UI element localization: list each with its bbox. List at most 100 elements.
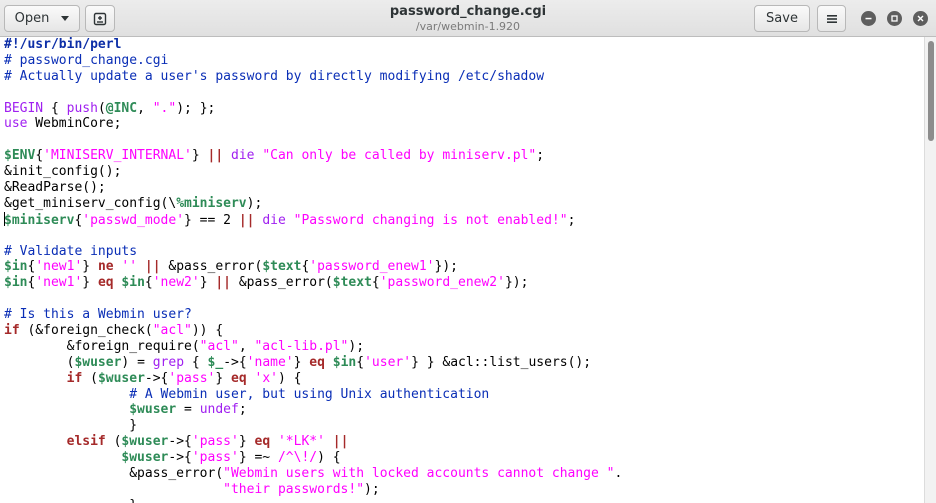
code-token: &init_config(); xyxy=(4,164,122,180)
code-line: &get_miniserv_config(\%miniserv); xyxy=(4,196,622,212)
code-token: ->{ xyxy=(168,434,192,450)
code-line: # password_change.cgi xyxy=(4,53,622,69)
code-token: &ReadParse(); xyxy=(4,180,106,196)
code-line: $wuser->{'pass'} =~ /^\!/) { xyxy=(4,450,622,466)
new-document-icon xyxy=(93,12,107,25)
code-token: ( xyxy=(105,434,122,450)
maximize-button[interactable] xyxy=(887,11,902,26)
code-token: "acl-lib.pl" xyxy=(254,338,349,354)
code-token: # A Webmin user, but using Unix authenti… xyxy=(129,386,490,402)
code-line: &pass_error("Webmin users with locked ac… xyxy=(4,466,622,482)
code-token: $wuser xyxy=(74,354,122,370)
code-token: ; xyxy=(238,402,247,418)
title-block: password_change.cgi /var/webmin-1.920 xyxy=(330,3,606,34)
close-button[interactable] xyxy=(913,11,928,26)
code-token: $wuser xyxy=(97,370,145,386)
code-token: elsif xyxy=(66,434,106,450)
code-token: $wuser xyxy=(129,402,177,418)
minimize-button[interactable] xyxy=(861,11,876,26)
code-token: $wuser xyxy=(121,434,169,450)
maximize-icon xyxy=(891,15,898,22)
code-token: = xyxy=(176,402,200,418)
code-token: 'pass' xyxy=(191,434,239,450)
code-token: } xyxy=(215,370,232,386)
code-token: , xyxy=(238,338,255,354)
code-token: || xyxy=(238,212,255,228)
code-token: BEGIN xyxy=(4,100,44,116)
code-token: } xyxy=(293,354,310,370)
code-line: $miniserv{'passwd_mode'} == 2 || die "Pa… xyxy=(4,211,622,228)
code-editor[interactable]: #!/usr/bin/perl # password_change.cgi # Ac… xyxy=(0,37,924,503)
code-token: { xyxy=(371,275,380,291)
code-token: ) { xyxy=(317,450,341,466)
code-line: ($wuser) = grep { $_->{'name'} eq $in{'u… xyxy=(4,355,622,371)
code-token: }); xyxy=(434,259,458,275)
code-token: if xyxy=(4,323,20,339)
new-tab-button[interactable] xyxy=(85,5,115,32)
open-button[interactable]: Open xyxy=(4,5,80,32)
code-line: } xyxy=(4,418,622,434)
code-line: $in{'new1'} eq $in{'new2'} || &pass_erro… xyxy=(4,275,622,291)
code-token: ( xyxy=(82,370,98,386)
code-token: 'new2' xyxy=(152,275,200,291)
code-token: "their passwords!" xyxy=(223,481,365,497)
vertical-scrollbar[interactable] xyxy=(924,37,936,503)
code-token: #!/usr/bin/perl xyxy=(4,37,122,52)
code-line: $in{'new1'} ne '' || &pass_error($text{'… xyxy=(4,259,622,275)
code-line: $wuser = undef; xyxy=(4,402,622,418)
code-token: } =~ xyxy=(238,450,278,466)
code-token: "." xyxy=(152,100,177,116)
code-token: ne xyxy=(97,259,114,275)
code-line: if ($wuser->{'pass'} eq 'x') { xyxy=(4,371,622,387)
code-token: @INC xyxy=(105,100,138,116)
code-token: %miniserv xyxy=(176,195,247,211)
code-token: # Actually update a user's password by d… xyxy=(4,68,545,84)
code-line: if (&foreign_check("acl")) { xyxy=(4,323,622,339)
code-line: # Actually update a user's password by d… xyxy=(4,69,622,85)
scrollbar-thumb[interactable] xyxy=(928,41,934,141)
code-token: ); xyxy=(364,481,380,497)
code-token: undef xyxy=(199,402,239,418)
code-token: 'passwd_mode' xyxy=(82,212,185,228)
code-token: &get_miniserv_config(\ xyxy=(4,195,177,211)
code-token: { xyxy=(184,354,208,370)
code-token: &foreign_require( xyxy=(4,338,200,354)
code-token: # Validate inputs xyxy=(4,243,138,259)
code-token: $in xyxy=(332,354,357,370)
code-token: $in xyxy=(4,259,28,275)
window-subtitle: /var/webmin-1.920 xyxy=(415,20,521,33)
menu-button[interactable] xyxy=(817,5,846,32)
code-token: $in xyxy=(4,275,28,291)
code-token: ( xyxy=(97,100,106,116)
code-token: ) = xyxy=(121,354,153,370)
code-text: #!/usr/bin/perl # password_change.cgi # Ac… xyxy=(4,37,622,503)
code-token: (&foreign_check( xyxy=(19,323,153,339)
code-token: }); xyxy=(504,275,529,291)
code-token: || xyxy=(215,275,232,291)
code-token: { xyxy=(35,148,44,164)
code-line: # Is this a Webmin user? xyxy=(4,307,622,323)
code-token: } xyxy=(199,275,216,291)
code-token: } xyxy=(4,418,138,434)
code-token: $miniserv xyxy=(4,212,75,228)
code-token: { xyxy=(356,354,365,370)
code-token: $wuser xyxy=(121,450,169,466)
code-token: '' xyxy=(121,259,138,275)
code-token: "Password changing is not enabled!" xyxy=(293,212,568,228)
save-button[interactable]: Save xyxy=(754,5,810,32)
code-token: eq xyxy=(231,370,247,386)
code-token: { xyxy=(43,100,67,116)
code-token: grep xyxy=(152,354,185,370)
code-token: use xyxy=(4,116,28,132)
code-token: 'name' xyxy=(246,354,294,370)
code-token: &pass_error( xyxy=(4,466,224,482)
code-token: } } &acl::list_users(); xyxy=(411,354,592,370)
save-button-label: Save xyxy=(766,11,798,26)
